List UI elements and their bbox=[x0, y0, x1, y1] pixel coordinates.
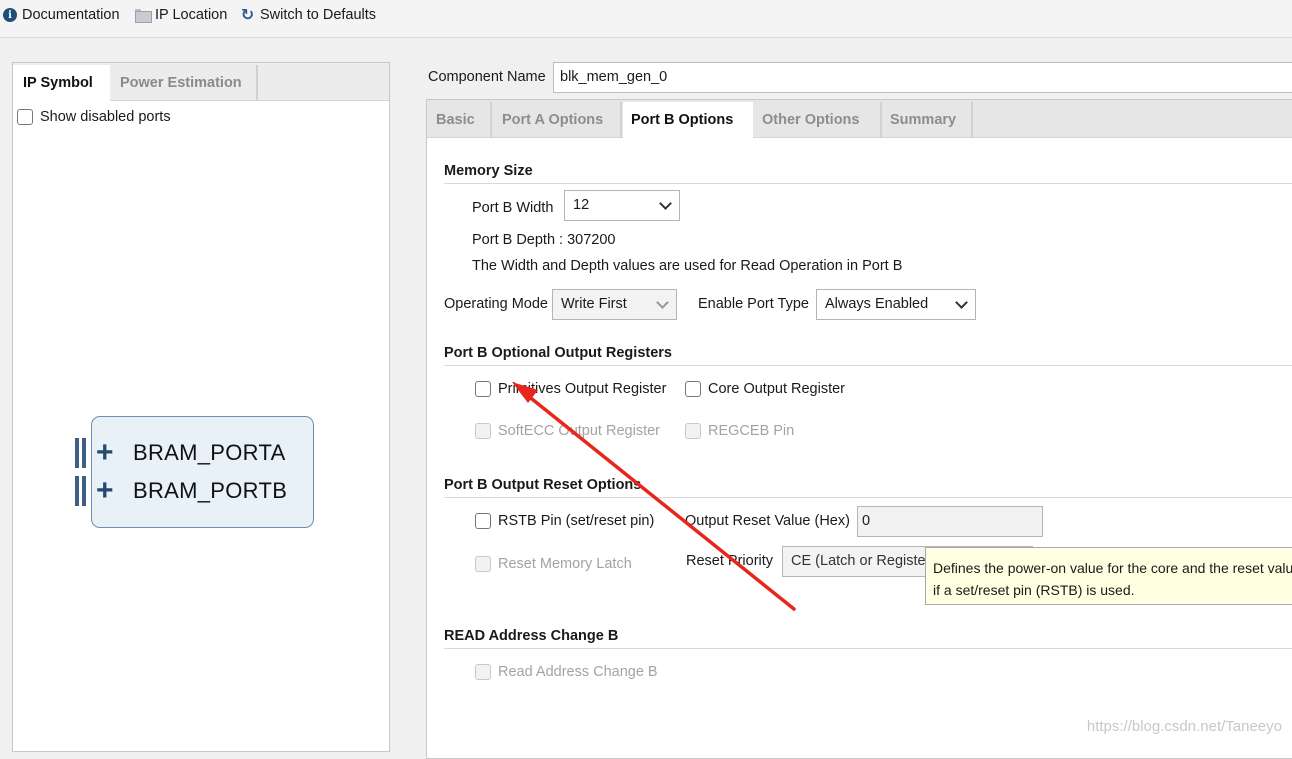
tooltip-line-2: if a set/reset pin (RSTB) is used. bbox=[933, 582, 1135, 598]
documentation-label: Documentation bbox=[22, 7, 120, 23]
port-b-depth-text: Port B Depth : 307200 bbox=[472, 232, 616, 248]
show-disabled-ports-row: Show disabled ports bbox=[17, 109, 171, 125]
show-disabled-ports-checkbox[interactable] bbox=[17, 109, 33, 125]
watermark-text: https://blog.csdn.net/Taneeyo bbox=[1086, 718, 1282, 735]
port-b-label: BRAM_PORTB bbox=[133, 478, 288, 503]
tab-port-b-options[interactable]: Port B Options bbox=[623, 102, 753, 138]
tab-basic[interactable]: Basic bbox=[428, 102, 492, 138]
expand-port-a-icon[interactable]: + bbox=[96, 438, 114, 468]
rstb-pin-checkbox[interactable] bbox=[475, 513, 491, 529]
enable-port-type-label: Enable Port Type bbox=[698, 296, 809, 312]
switch-defaults-button[interactable]: ↻ Switch to Defaults bbox=[240, 7, 376, 23]
port-b-bus-icon bbox=[75, 476, 87, 506]
left-tab-bar: IP Symbol Power Estimation bbox=[13, 63, 389, 101]
regceb-pin-label: REGCEB Pin bbox=[708, 423, 795, 439]
reset-memory-latch-label: Reset Memory Latch bbox=[498, 556, 632, 572]
softecc-output-row: SoftECC Output Register bbox=[475, 423, 660, 439]
read-address-title: READ Address Change B bbox=[444, 628, 619, 644]
tab-other-options[interactable]: Other Options bbox=[754, 102, 882, 138]
primitives-output-checkbox[interactable] bbox=[475, 381, 491, 397]
regceb-pin-checkbox bbox=[685, 423, 701, 439]
port-b-width-select[interactable]: 12 bbox=[564, 190, 680, 221]
width-depth-note: The Width and Depth values are used for … bbox=[472, 258, 903, 274]
section-divider bbox=[444, 365, 1292, 366]
show-disabled-ports-label: Show disabled ports bbox=[40, 109, 171, 125]
regceb-pin-row: REGCEB Pin bbox=[685, 423, 794, 439]
tab-ip-symbol[interactable]: IP Symbol bbox=[13, 65, 110, 101]
softecc-output-label: SoftECC Output Register bbox=[498, 423, 660, 439]
tab-summary[interactable]: Summary bbox=[882, 102, 973, 138]
core-output-checkbox[interactable] bbox=[685, 381, 701, 397]
tooltip-line-1: Defines the power-on value for the core … bbox=[933, 560, 1292, 576]
switch-defaults-label: Switch to Defaults bbox=[260, 7, 377, 23]
enable-port-type-select[interactable]: Always Enabled bbox=[816, 289, 976, 320]
read-address-change-checkbox bbox=[475, 664, 491, 680]
refresh-icon: ↻ bbox=[240, 6, 255, 24]
left-panel: IP Symbol Power Estimation Show disabled… bbox=[12, 62, 390, 752]
expand-port-b-icon[interactable]: + bbox=[96, 476, 114, 506]
rstb-pin-label: RSTB Pin (set/reset pin) bbox=[498, 513, 655, 529]
folder-icon bbox=[135, 9, 152, 23]
ip-location-label: IP Location bbox=[155, 7, 228, 23]
optional-output-title: Port B Optional Output Registers bbox=[444, 345, 672, 361]
read-address-change-row: Read Address Change B bbox=[475, 664, 658, 680]
operating-mode-select[interactable]: Write First bbox=[552, 289, 677, 320]
chevron-down-icon bbox=[955, 296, 968, 309]
documentation-button[interactable]: i Documentation bbox=[3, 7, 120, 23]
port-a-label: BRAM_PORTA bbox=[133, 440, 286, 465]
reset-priority-label: Reset Priority bbox=[686, 553, 774, 569]
config-tab-bar: Basic Port A Options Port B Options Othe… bbox=[427, 100, 1292, 138]
section-divider bbox=[444, 648, 1292, 649]
core-output-row: Core Output Register bbox=[685, 381, 845, 397]
primitives-output-row: Primitives Output Register bbox=[475, 381, 666, 397]
output-reset-value-input[interactable]: 0 bbox=[857, 506, 1043, 537]
section-divider bbox=[444, 183, 1292, 184]
port-b-width-label: Port B Width bbox=[472, 200, 554, 216]
chevron-down-icon bbox=[659, 197, 672, 210]
operating-mode-label: Operating Mode bbox=[444, 296, 548, 312]
info-icon: i bbox=[3, 8, 17, 22]
softecc-output-checkbox bbox=[475, 423, 491, 439]
tab-port-a-options[interactable]: Port A Options bbox=[494, 102, 622, 138]
component-name-label: Component Name bbox=[428, 69, 546, 85]
port-a-bus-icon bbox=[75, 438, 87, 468]
core-output-label: Core Output Register bbox=[708, 381, 846, 397]
component-name-input[interactable]: blk_mem_gen_0 bbox=[553, 62, 1292, 93]
primitives-output-label: Primitives Output Register bbox=[498, 381, 667, 397]
section-divider bbox=[444, 497, 1292, 498]
memory-size-title: Memory Size bbox=[444, 163, 533, 179]
chevron-down-icon bbox=[656, 296, 669, 309]
top-toolbar: i Documentation IP Location ↻ Switch to … bbox=[0, 0, 1292, 38]
output-reset-value-label: Output Reset Value (Hex) bbox=[685, 513, 850, 529]
reset-memory-latch-row: Reset Memory Latch bbox=[475, 556, 632, 572]
tooltip: Defines the power-on value for the core … bbox=[925, 547, 1292, 605]
reset-memory-latch-checkbox bbox=[475, 556, 491, 572]
read-address-change-label: Read Address Change B bbox=[498, 664, 658, 680]
tab-power-estimation[interactable]: Power Estimation bbox=[110, 65, 258, 101]
reset-options-title: Port B Output Reset Options bbox=[444, 477, 642, 493]
rstb-pin-row: RSTB Pin (set/reset pin) bbox=[475, 513, 654, 529]
config-panel: Basic Port A Options Port B Options Othe… bbox=[426, 99, 1292, 759]
ip-location-button[interactable]: IP Location bbox=[135, 7, 227, 23]
ip-symbol-block bbox=[91, 416, 314, 528]
